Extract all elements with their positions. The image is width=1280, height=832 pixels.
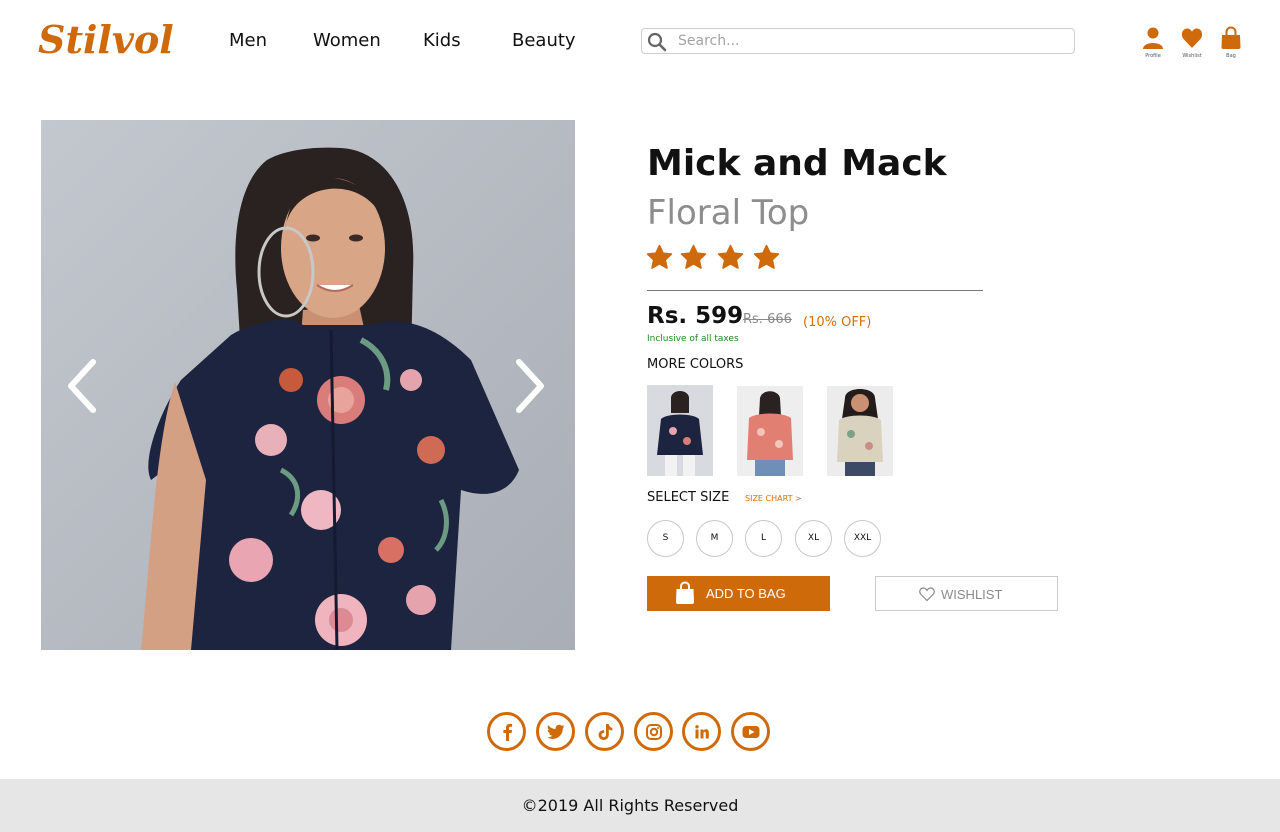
wishlist-label: WISHLIST <box>941 587 1003 602</box>
star-icon <box>680 244 707 269</box>
size-option-xl[interactable]: XL <box>795 520 832 557</box>
instagram-icon <box>645 723 662 740</box>
color-swatch-beige[interactable] <box>827 386 893 476</box>
nav-item-beauty[interactable]: Beauty <box>512 30 576 52</box>
size-option-m[interactable]: M <box>696 520 733 557</box>
product-gallery <box>41 120 575 650</box>
size-option-l[interactable]: L <box>745 520 782 557</box>
nav-item-men[interactable]: Men <box>229 30 267 52</box>
facebook-button[interactable] <box>487 712 526 751</box>
linkedin-button[interactable] <box>682 712 721 751</box>
twitter-icon <box>546 724 564 739</box>
size-option-xxl[interactable]: XXL <box>844 520 881 557</box>
heart-outline-icon <box>919 587 935 605</box>
bag-icon <box>675 581 695 608</box>
tiktok-icon <box>598 723 612 740</box>
header: Stilvol Men Women Kids Beauty Profile Wi… <box>0 0 1280 84</box>
tax-note: Inclusive of all taxes <box>647 334 739 344</box>
chevron-left-icon <box>68 359 96 413</box>
youtube-button[interactable] <box>731 712 770 751</box>
product-brand: Mick and Mack <box>647 143 947 184</box>
chevron-right-icon <box>516 359 544 413</box>
bag-label: Bag <box>1226 53 1236 59</box>
search-box <box>641 28 1075 54</box>
more-colors-heading: MORE COLORS <box>647 357 744 372</box>
nav-item-women[interactable]: Women <box>313 30 381 52</box>
instagram-button[interactable] <box>634 712 673 751</box>
nav-item-kids[interactable]: Kids <box>423 30 461 52</box>
size-chart-link[interactable]: SIZE CHART > <box>745 493 802 505</box>
star-icon <box>646 244 673 269</box>
search-icon[interactable] <box>646 31 668 53</box>
product-name: Floral Top <box>647 193 810 233</box>
copyright-text: ©2019 All Rights Reserved <box>521 796 739 815</box>
discount-badge: (10% OFF) <box>803 315 872 330</box>
color-swatch-coral[interactable] <box>737 386 803 476</box>
divider <box>647 290 983 291</box>
star-icon <box>753 244 780 269</box>
search-input[interactable] <box>678 31 1068 51</box>
heart-icon <box>1181 28 1203 48</box>
product-image <box>41 120 575 650</box>
youtube-icon <box>742 725 759 738</box>
bag-header-button[interactable]: Bag <box>1216 26 1246 59</box>
size-option-s[interactable]: S <box>647 520 684 557</box>
star-icon <box>717 244 744 269</box>
twitter-button[interactable] <box>536 712 575 751</box>
select-size-heading: SELECT SIZE <box>647 490 730 505</box>
profile-button[interactable]: Profile <box>1138 26 1168 59</box>
profile-icon <box>1143 27 1163 49</box>
facebook-icon <box>502 723 512 741</box>
linkedin-icon <box>694 724 709 738</box>
product-mrp: Rs. 666 <box>743 312 792 327</box>
logo[interactable]: Stilvol <box>38 14 174 66</box>
profile-label: Profile <box>1145 53 1161 59</box>
footer: ©2019 All Rights Reserved <box>0 779 1280 832</box>
wishlist-button[interactable]: WISHLIST <box>875 576 1058 611</box>
product-price: Rs. 599 <box>647 303 744 329</box>
prev-image-button[interactable] <box>63 356 103 416</box>
add-to-bag-label: ADD TO BAG <box>706 586 786 601</box>
add-to-bag-button[interactable]: ADD TO BAG <box>647 576 830 611</box>
color-swatch-navy[interactable] <box>647 385 713 476</box>
next-image-button[interactable] <box>509 356 549 416</box>
wishlist-header-button[interactable]: Wishlist <box>1177 26 1207 59</box>
bag-icon <box>1221 26 1241 49</box>
wishlist-label: Wishlist <box>1182 53 1202 59</box>
tiktok-button[interactable] <box>585 712 624 751</box>
